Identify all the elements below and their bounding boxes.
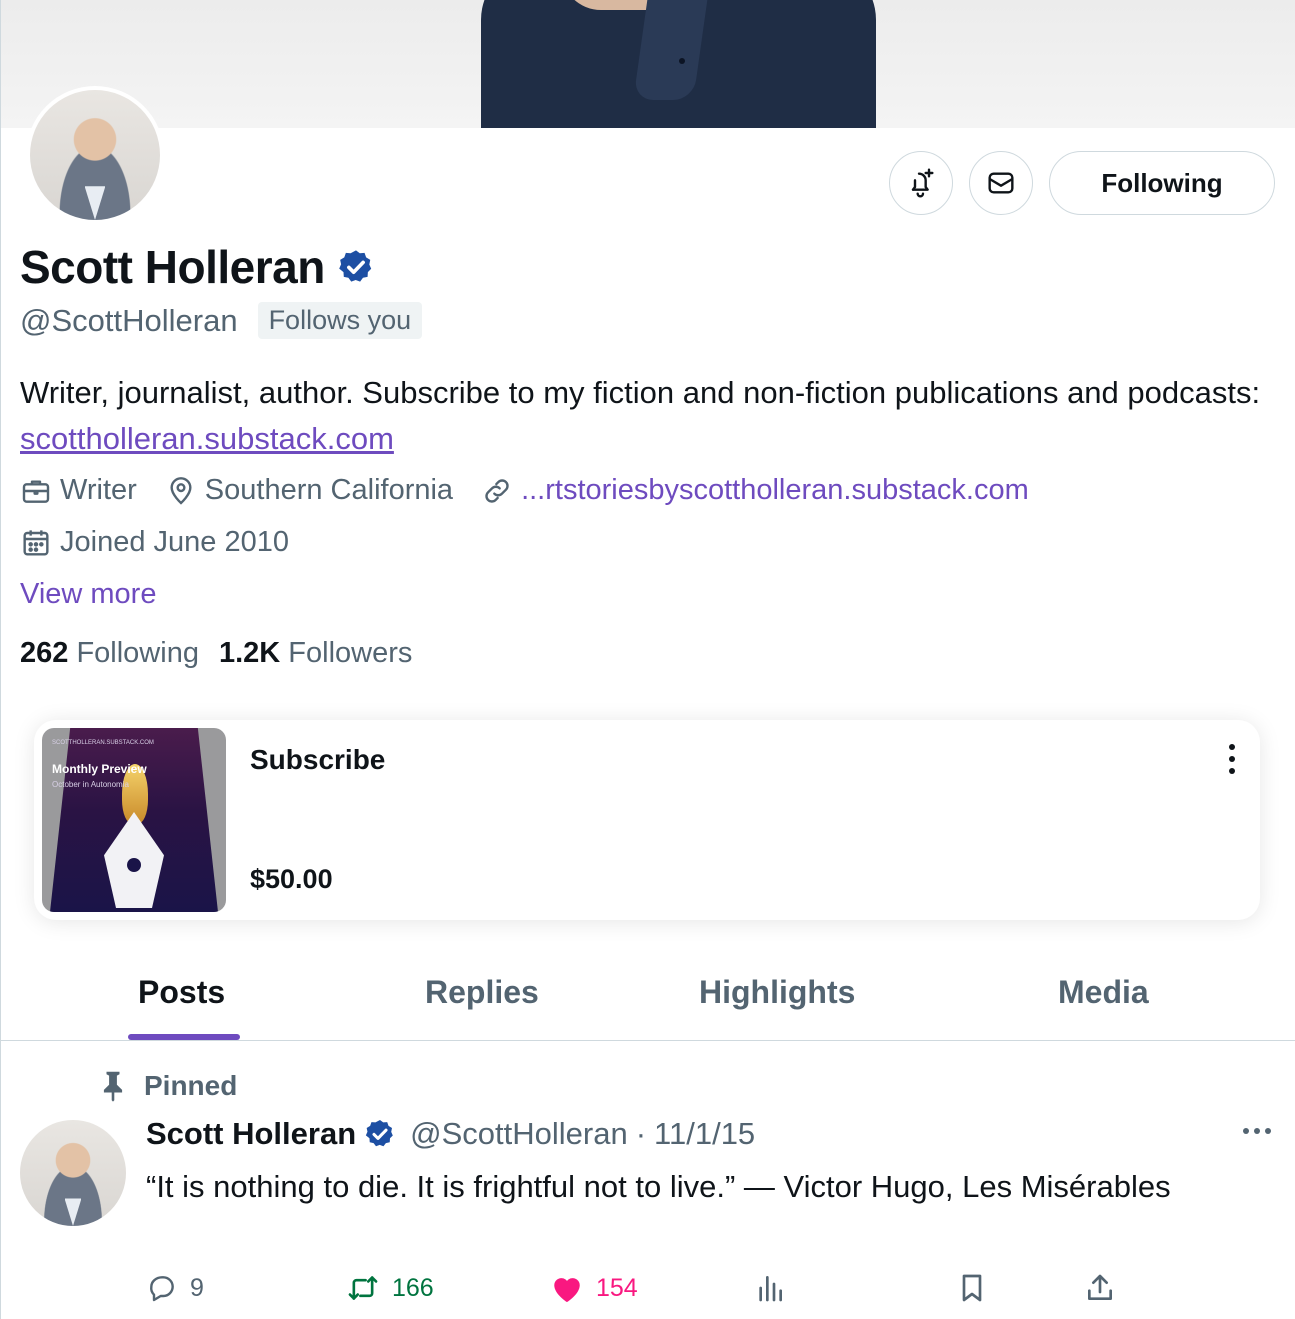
- thumbnail-title: Monthly Preview: [52, 762, 147, 776]
- profile-meta: Writer Southern California ...rtstoriesb…: [20, 474, 1057, 507]
- profile-handle: @ScottHolleran: [20, 302, 238, 338]
- thumbnail-site: SCOTTHOLLERAN.SUBSTACK.COM: [52, 740, 154, 746]
- like-button[interactable]: 154: [550, 1272, 638, 1304]
- post-author-name[interactable]: Scott Holleran: [146, 1116, 356, 1152]
- post-avatar-photo: [20, 1120, 126, 1226]
- joined-text: Joined June 2010: [60, 526, 289, 558]
- repost-count: 166: [392, 1273, 434, 1302]
- pinned-indicator: Pinned: [100, 1070, 237, 1102]
- tab-highlights[interactable]: Highlights: [699, 974, 855, 1011]
- repost-button[interactable]: 166: [346, 1272, 434, 1304]
- follows-you-badge: Follows you: [257, 302, 423, 339]
- calendar-icon: [23, 529, 49, 556]
- followers-count-link[interactable]: 1.2K Followers: [219, 637, 412, 670]
- bookmark-button[interactable]: [956, 1272, 988, 1304]
- briefcase-icon: [22, 479, 50, 503]
- profession-text: Writer: [60, 474, 137, 506]
- like-count: 154: [596, 1273, 638, 1302]
- pinned-label: Pinned: [144, 1070, 238, 1101]
- subscription-card[interactable]: SCOTTHOLLERAN.SUBSTACK.COM Monthly Previ…: [34, 720, 1260, 920]
- subscription-more-icon[interactable]: [1226, 744, 1238, 774]
- analytics-icon: [759, 1276, 782, 1302]
- notifications-button[interactable]: [889, 151, 953, 215]
- follow-stats: 262 Following 1.2K Followers: [20, 637, 412, 670]
- subscription-thumbnail: SCOTTHOLLERAN.SUBSTACK.COM Monthly Previ…: [42, 728, 226, 912]
- tab-media[interactable]: Media: [1058, 974, 1149, 1011]
- post-author-handle[interactable]: @ScottHolleran: [410, 1116, 628, 1152]
- profile-name-row: Scott Holleran: [20, 240, 375, 294]
- website-item[interactable]: ...rtstoriesbyscottholleran.substack.com: [481, 474, 1029, 507]
- post-date[interactable]: 11/1/15: [654, 1116, 755, 1152]
- verified-badge-icon[interactable]: [364, 1118, 396, 1150]
- pin-icon: [103, 1071, 123, 1102]
- bio-text: Writer, journalist, author. Subscribe to…: [20, 375, 1261, 410]
- repost-icon: [348, 1276, 378, 1300]
- followers-label: Followers: [288, 637, 413, 669]
- location-pin-icon: [170, 476, 192, 505]
- share-button[interactable]: [1084, 1272, 1116, 1304]
- joined-item: Joined June 2010: [20, 526, 289, 559]
- avatar-photo: [30, 90, 160, 220]
- subscription-title: Subscribe: [250, 744, 386, 775]
- verified-badge-icon[interactable]: [337, 248, 375, 286]
- website-link[interactable]: ...rtstoriesbyscottholleran.substack.com: [521, 474, 1029, 507]
- tab-posts[interactable]: Posts: [138, 974, 225, 1011]
- bookmark-icon: [962, 1274, 982, 1302]
- subscription-price: $50.00: [250, 864, 333, 894]
- following-count-link[interactable]: 262 Following: [20, 637, 199, 670]
- share-icon: [1088, 1274, 1112, 1300]
- profile-handle-row: @ScottHolleran Follows you: [20, 302, 423, 339]
- profile-avatar[interactable]: [26, 86, 164, 224]
- reply-button[interactable]: 9: [146, 1272, 204, 1304]
- pen-nib-hole: [127, 858, 141, 872]
- profile-name: Scott Holleran: [20, 241, 325, 293]
- envelope-icon: [988, 172, 1014, 194]
- banner-button: [679, 58, 685, 64]
- following-count: 262: [20, 637, 69, 669]
- profile-actions: Following: [889, 151, 1275, 215]
- bio-link[interactable]: scottholleran.substack.com: [20, 421, 394, 456]
- following-button[interactable]: Following: [1049, 151, 1275, 215]
- view-more-link[interactable]: View more: [20, 578, 156, 611]
- reply-count: 9: [190, 1273, 204, 1302]
- post-actions: 9 166 154: [146, 1272, 1276, 1312]
- profile-tabs: Posts Replies Highlights Media: [0, 950, 1295, 1041]
- message-button[interactable]: [969, 151, 1033, 215]
- following-label: Following: [76, 637, 199, 669]
- post-header: Scott Holleran @ScottHolleran · 11/1/15: [146, 1116, 755, 1152]
- post-author-avatar[interactable]: [20, 1120, 126, 1226]
- page-left-border: [0, 128, 1, 1319]
- post-text: “It is nothing to die. It is frightful n…: [146, 1169, 1171, 1204]
- views-button[interactable]: [754, 1272, 786, 1304]
- profession-item: Writer: [20, 474, 137, 507]
- location-text: Southern California: [204, 474, 454, 506]
- link-icon: [485, 478, 509, 503]
- reply-icon: [150, 1276, 174, 1302]
- followers-count: 1.2K: [218, 637, 281, 669]
- heart-icon: [554, 1278, 580, 1303]
- bell-plus-icon: [911, 168, 934, 198]
- profile-joined-row: Joined June 2010: [20, 526, 317, 559]
- location-item: Southern California: [165, 474, 453, 507]
- post-more-icon[interactable]: [1243, 1128, 1271, 1134]
- active-tab-indicator: [128, 1034, 240, 1040]
- profile-banner[interactable]: [0, 0, 1295, 128]
- tab-replies[interactable]: Replies: [425, 974, 539, 1011]
- profile-bio: Writer, journalist, author. Subscribe to…: [20, 370, 1275, 462]
- post-separator: ·: [635, 1116, 647, 1151]
- thumbnail-subtitle: October in Autonomia: [52, 780, 129, 789]
